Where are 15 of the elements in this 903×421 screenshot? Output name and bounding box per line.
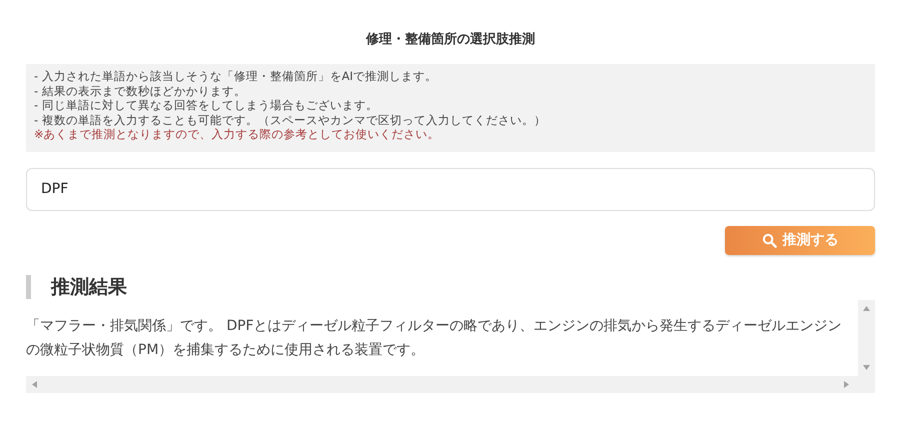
horizontal-scrollbar[interactable] <box>26 376 875 392</box>
note-line: - 複数の単語を入力することも可能です。（スペースやカンマで区切って入力してください。） <box>34 112 547 127</box>
vertical-scrollbar[interactable] <box>858 300 875 376</box>
note-line: - 結果の表示まで数秒ほどかかります。 <box>34 84 247 98</box>
note-line: ※あくまで推測となりますので、入力する際の参考としてお使いください。 <box>34 127 441 142</box>
note-line: - 入力された単語から該当しそうな「修理・整備箇所」をAIで推測します。 <box>34 69 438 84</box>
search-icon <box>762 232 776 248</box>
result-text: 「マフラー・排気関係」です。 DPFとはディーゼル粒子フィルターの略であり、エンジンの排気から発生するディーゼルエンジンの微粒子状物質（PM）を捕集するために使用される装置です。 <box>26 316 843 360</box>
scroll-up-icon[interactable] <box>863 306 870 310</box>
scroll-right-icon[interactable] <box>844 380 849 388</box>
search-field[interactable]: DPF <box>26 168 875 210</box>
scroll-left-icon[interactable] <box>32 380 37 388</box>
scroll-down-icon[interactable] <box>863 364 870 370</box>
note-line: - 同じ単語に対して異なる回答をしてしまう場合もございます。 <box>34 98 379 112</box>
page-title: 修理・整備箇所の選択肢推測 <box>364 31 536 48</box>
